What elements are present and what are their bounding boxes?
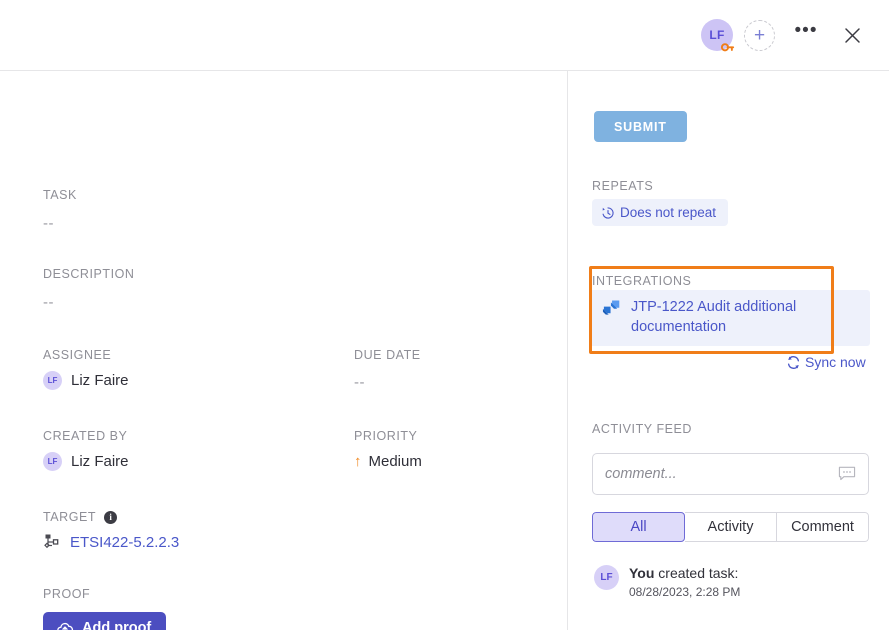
description-value: -- [43,294,54,311]
jira-icon [602,300,620,315]
feed-headline: You created task: [629,565,740,583]
task-label: TASK [43,188,77,202]
submit-container: SUBMIT [594,111,687,142]
task-detail-panel: LF + ••• TASK -- DESCRIPTION -- ASSIGNEE… [0,0,889,630]
hierarchy-icon [44,534,59,549]
task-value: -- [43,215,54,232]
due-date-label: DUE DATE [354,348,421,362]
priority-label: PRIORITY [354,429,418,443]
window-header: LF + ••• [0,0,889,71]
comment-input[interactable] [605,466,838,482]
integration-item-label: JTP-1222 Audit additional documentation [631,299,797,335]
activity-feed-label: ACTIVITY FEED [592,422,692,436]
cloud-upload-icon [57,622,74,630]
feed-avatar: LF [594,565,619,590]
repeats-label: REPEATS [592,179,654,193]
integration-item[interactable]: JTP-1222 Audit additional documentation [602,298,817,337]
clock-history-icon [602,206,614,219]
target-link[interactable]: ETSI422-5.2.2.3 [70,534,179,551]
priority-value[interactable]: ↑ Medium [354,453,422,470]
target-value[interactable]: ETSI422-5.2.2.3 [43,533,179,551]
assignee-name: Liz Faire [71,372,129,389]
add-proof-label: Add proof [82,620,152,630]
sync-now-label: Sync now [805,354,866,370]
target-label-row: TARGET i [43,510,118,524]
tab-all[interactable]: All [592,512,685,542]
repeats-chip[interactable]: Does not repeat [592,199,729,226]
due-date-value[interactable]: -- [354,374,365,391]
repeats-chip-label: Does not repeat [620,205,717,220]
ellipsis-icon: ••• [794,19,818,41]
assignee-label: ASSIGNEE [43,348,112,362]
tab-activity[interactable]: Activity [685,512,777,542]
created-by-value: LF Liz Faire [43,452,129,471]
avatar[interactable]: LF [701,19,735,52]
repeats-chip-container: Does not repeat [592,199,729,226]
header-actions: LF + ••• [701,19,889,52]
comment-bubble-icon[interactable] [838,466,856,482]
plus-icon: + [753,24,766,46]
list-item: LF You created task: 08/28/2023, 2:28 PM [594,565,740,599]
close-button[interactable] [837,20,867,50]
feed-action: created task: [654,565,739,581]
tab-comment[interactable]: Comment [777,512,869,542]
task-sidebar-column [568,71,889,630]
activity-filter-tabs: All Activity Comment [592,512,869,542]
proof-label: PROOF [43,587,91,601]
comment-input-container[interactable] [592,453,869,495]
key-badge-icon [721,43,735,52]
assignee-avatar: LF [43,371,62,390]
feed-text: You created task: 08/28/2023, 2:28 PM [629,565,740,599]
task-fields-column: TASK -- DESCRIPTION -- ASSIGNEE LF Liz F… [0,71,568,630]
integrations-label: INTEGRATIONS [592,274,692,288]
priority-up-arrow-icon: ↑ [354,453,362,470]
created-by-name: Liz Faire [71,453,129,470]
feed-actor: You [629,565,655,581]
add-proof-container: Add proof [43,612,167,630]
panel-body: TASK -- DESCRIPTION -- ASSIGNEE LF Liz F… [0,71,889,630]
info-icon[interactable]: i [104,510,118,524]
add-proof-button[interactable]: Add proof [43,612,167,630]
priority-text: Medium [368,453,422,470]
sync-now-button[interactable]: Sync now [786,354,866,370]
assignee-value[interactable]: LF Liz Faire [43,371,129,390]
feed-timestamp: 08/28/2023, 2:28 PM [629,584,741,599]
submit-button[interactable]: SUBMIT [594,111,687,142]
created-by-avatar: LF [43,452,62,471]
more-options-button[interactable]: ••• [791,20,821,50]
target-label: TARGET [43,510,97,524]
close-icon [844,27,860,43]
description-label: DESCRIPTION [43,267,135,281]
sync-icon [787,355,800,369]
created-by-label: CREATED BY [43,429,128,443]
add-member-button[interactable]: + [744,19,775,51]
